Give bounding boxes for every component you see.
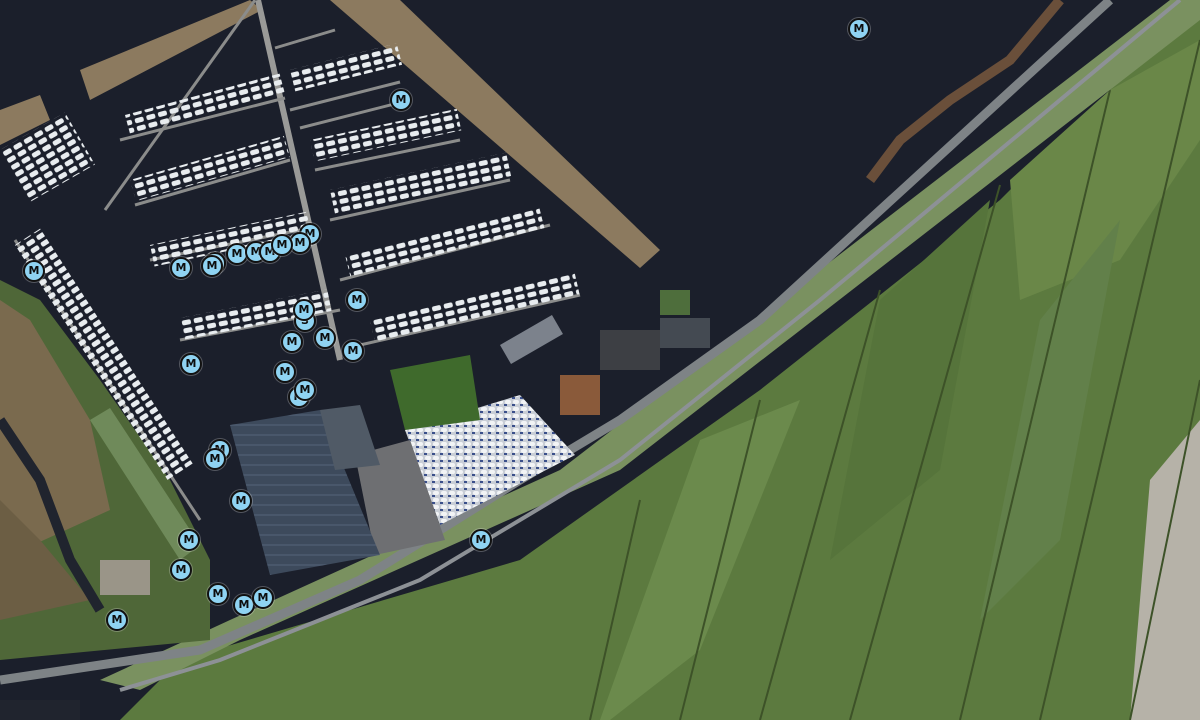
- satellite-map[interactable]: MMMMSMMMMMMMMSMMMMMMMMMMMMMMMMMM: [0, 0, 1200, 720]
- mooring-marker[interactable]: M: [170, 257, 192, 279]
- mooring-marker[interactable]: M: [204, 448, 226, 470]
- mooring-marker[interactable]: M: [314, 327, 336, 349]
- mooring-marker[interactable]: M: [201, 255, 223, 277]
- mooring-marker[interactable]: M: [346, 289, 368, 311]
- mooring-marker[interactable]: M: [180, 353, 202, 375]
- mooring-marker[interactable]: M: [23, 260, 45, 282]
- mooring-marker[interactable]: M: [281, 331, 303, 353]
- mooring-marker[interactable]: M: [848, 18, 870, 40]
- mooring-marker[interactable]: M: [390, 89, 412, 111]
- mooring-marker[interactable]: M: [178, 529, 200, 551]
- mooring-marker[interactable]: M: [294, 379, 316, 401]
- mooring-marker[interactable]: M: [170, 559, 192, 581]
- mooring-marker[interactable]: M: [207, 583, 229, 605]
- mooring-marker[interactable]: M: [230, 490, 252, 512]
- mooring-marker[interactable]: M: [252, 587, 274, 609]
- mooring-marker[interactable]: M: [342, 340, 364, 362]
- mooring-marker[interactable]: M: [106, 609, 128, 631]
- mooring-marker[interactable]: M: [470, 529, 492, 551]
- mooring-marker[interactable]: M: [293, 299, 315, 321]
- mooring-marker[interactable]: M: [271, 234, 293, 256]
- mooring-marker[interactable]: M: [274, 361, 296, 383]
